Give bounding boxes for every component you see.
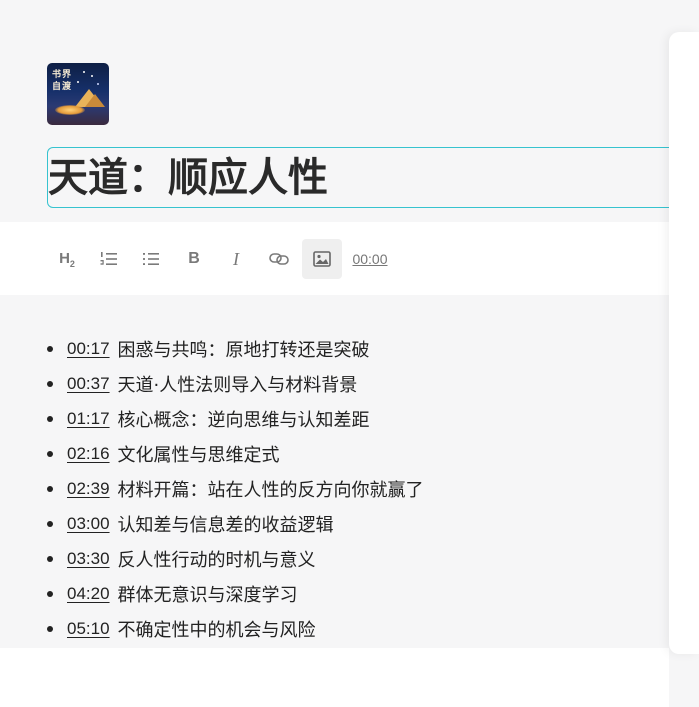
image-button[interactable] xyxy=(302,239,342,279)
cover-image: 书界自渡 xyxy=(47,63,109,125)
outline-list: 00:17 困惑与共鸣：原地打转还是突破 00:37 天道·人性法则导入与材料背… xyxy=(47,331,424,646)
list-item: 00:37 天道·人性法则导入与材料背景 xyxy=(47,366,424,401)
list-item-label: 困惑与共鸣：原地打转还是突破 xyxy=(117,339,370,361)
timestamp-icon: 00:00 xyxy=(352,251,388,267)
list-item-label: 群体无意识与深度学习 xyxy=(117,584,298,606)
timestamp-link[interactable]: 03:00 xyxy=(67,514,110,534)
bullet-list-button[interactable] xyxy=(131,239,171,279)
page-title: 天道：顺应人性 xyxy=(48,155,328,201)
bottom-area xyxy=(0,648,669,707)
bullet-dot xyxy=(47,345,53,352)
timestamp-link[interactable]: 00:37 xyxy=(67,374,110,394)
timestamp-link[interactable]: 02:16 xyxy=(67,444,110,464)
heading-2-icon: H2 xyxy=(59,249,75,269)
list-item-label: 材料开篇：站在人性的反方向你就赢了 xyxy=(117,479,424,501)
bullet-dot xyxy=(47,625,53,632)
bullet-dot xyxy=(47,520,53,527)
cover-title: 书界自渡 xyxy=(52,70,73,92)
list-item: 03:00 认知差与信息差的收益逻辑 xyxy=(47,506,424,541)
list-item-label: 不确定性中的机会与风险 xyxy=(117,619,316,641)
bold-button[interactable]: B xyxy=(174,239,214,279)
image-icon xyxy=(313,251,331,267)
title-input[interactable]: 天道：顺应人性 xyxy=(47,147,687,208)
list-item: 02:16 文化属性与思维定式 xyxy=(47,436,424,471)
link-button[interactable] xyxy=(259,239,299,279)
book-glow-decoration xyxy=(55,105,85,115)
editor-toolbar: H2 B I 00:00 xyxy=(0,222,669,295)
list-item-label: 文化属性与思维定式 xyxy=(117,444,280,466)
italic-button[interactable]: I xyxy=(216,239,256,279)
timestamp-link[interactable]: 02:39 xyxy=(67,479,110,499)
bullet-dot xyxy=(47,485,53,492)
list-item: 00:17 困惑与共鸣：原地打转还是突破 xyxy=(47,331,424,366)
bullet-dot xyxy=(47,415,53,422)
ordered-list-button[interactable] xyxy=(89,239,129,279)
list-item: 04:20 群体无意识与深度学习 xyxy=(47,576,424,611)
bullet-list-icon xyxy=(143,253,159,265)
bold-icon: B xyxy=(188,250,200,267)
list-item-label: 认知差与信息差的收益逻辑 xyxy=(117,514,334,536)
timestamp-link[interactable]: 01:17 xyxy=(67,409,110,429)
document-header: 书界自渡 天道：顺应人性 xyxy=(0,0,687,222)
list-item: 05:10 不确定性中的机会与风险 xyxy=(47,611,424,646)
bullet-dot xyxy=(47,450,53,457)
list-item-label: 反人性行动的时机与意义 xyxy=(117,549,316,571)
stars-decoration xyxy=(83,71,85,73)
timestamp-link[interactable]: 04:20 xyxy=(67,584,110,604)
ordered-list-icon xyxy=(100,252,117,265)
bullet-dot xyxy=(47,555,53,562)
list-item: 03:30 反人性行动的时机与意义 xyxy=(47,541,424,576)
list-item-label: 天道·人性法则导入与材料背景 xyxy=(117,374,358,396)
timestamp-link[interactable]: 03:30 xyxy=(67,549,110,569)
timestamp-link[interactable]: 05:10 xyxy=(67,619,110,639)
mountain-decoration-2 xyxy=(85,94,105,107)
list-item-label: 核心概念：逆向思维与认知差距 xyxy=(117,409,370,431)
list-item: 02:39 材料开篇：站在人性的反方向你就赢了 xyxy=(47,471,424,506)
link-icon xyxy=(269,253,289,265)
list-item: 01:17 核心概念：逆向思维与认知差距 xyxy=(47,401,424,436)
side-panel xyxy=(669,32,699,654)
timestamp-link[interactable]: 00:17 xyxy=(67,339,110,359)
italic-icon: I xyxy=(233,248,239,269)
page: 书界自渡 天道：顺应人性 H2 B I 00:00 00:17 困惑与共鸣：原地… xyxy=(0,0,699,707)
heading-2-button[interactable]: H2 xyxy=(47,239,87,279)
outline-content: 00:17 困惑与共鸣：原地打转还是突破 00:37 天道·人性法则导入与材料背… xyxy=(0,295,669,648)
insert-timestamp-button[interactable]: 00:00 xyxy=(349,239,391,279)
bullet-dot xyxy=(47,590,53,597)
bullet-dot xyxy=(47,380,53,387)
